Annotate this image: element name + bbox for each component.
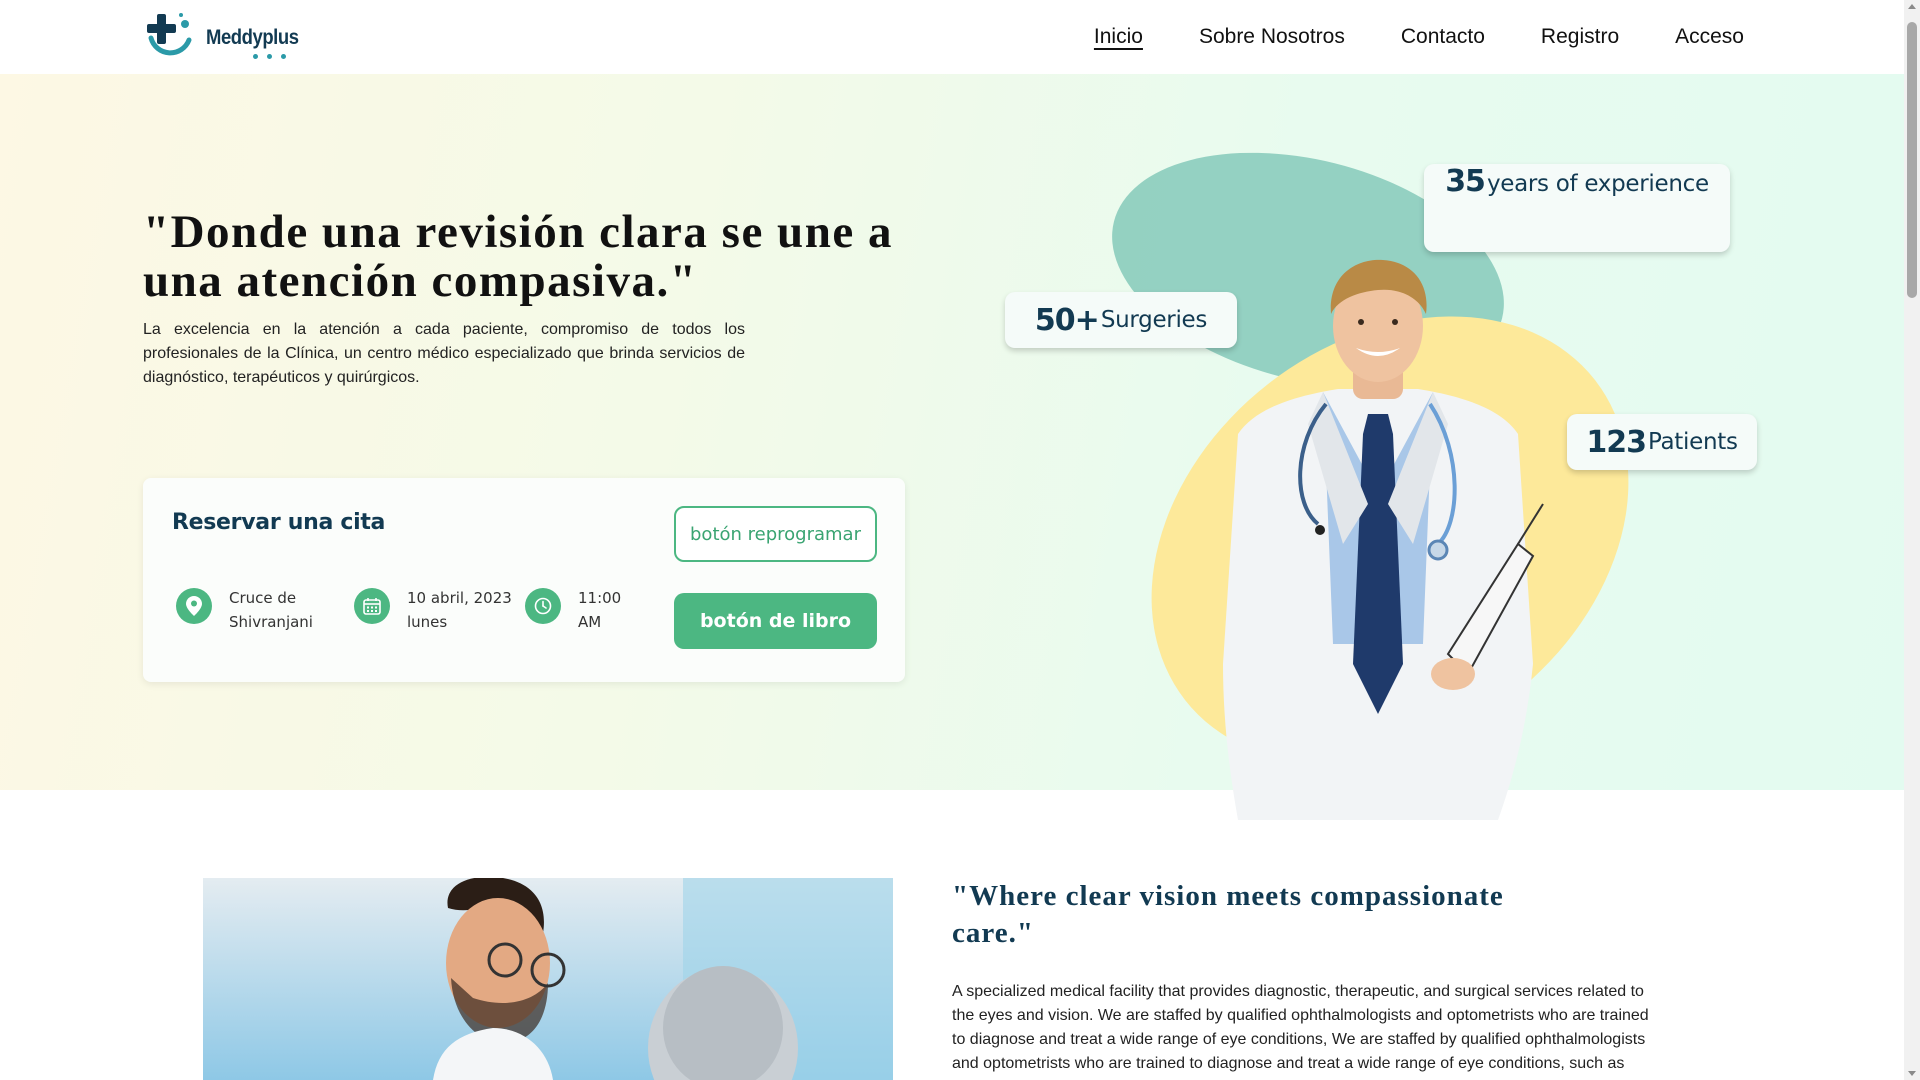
booking-card: Reservar una cita Cruce de Shivranjani 1… (143, 478, 905, 682)
stat-experience-label: years of experience (1486, 171, 1709, 197)
stat-experience: 35 years of experience (1424, 164, 1730, 252)
time-line-1: 11:00 (578, 589, 622, 607)
nav-item-inicio[interactable]: Inicio (1091, 22, 1143, 52)
booking-time: 11:00 AM (525, 586, 621, 634)
stat-patients-label: Patients (1647, 429, 1738, 455)
scroll-down-arrow-icon[interactable] (1908, 1071, 1916, 1076)
reschedule-button[interactable]: botón reprogramar (674, 506, 877, 562)
stat-surgeries-number: 50+ (1034, 302, 1100, 338)
stat-experience-number: 35 (1445, 164, 1486, 199)
location-text: Cruce de Shivranjani (229, 586, 313, 634)
date-text: 10 abril, 2023 lunes (407, 586, 512, 634)
date-line-1: 10 abril, 2023 (407, 589, 512, 607)
book-button[interactable]: botón de libro (674, 593, 877, 649)
doctor-patient-photo (203, 878, 893, 1080)
location-line-2: Shivranjani (229, 613, 313, 631)
hero-description: La excelencia en la atención a cada paci… (143, 321, 745, 386)
scroll-thumb[interactable] (1907, 22, 1917, 298)
stat-patients: 123 Patients (1567, 414, 1757, 470)
nav-item-contacto[interactable]: Contacto (1401, 22, 1485, 52)
time-line-2: AM (578, 613, 602, 631)
booking-location: Cruce de Shivranjani (176, 586, 313, 634)
nav-item-acceso[interactable]: Acceso (1675, 22, 1744, 52)
date-line-2: lunes (407, 613, 448, 631)
medical-cross-logo-icon (147, 13, 192, 56)
scroll-up-arrow-icon[interactable] (1908, 4, 1916, 9)
site-header: Meddyplus Inicio Sobre Nosotros Contacto… (0, 0, 1904, 74)
doctor-illustration (1223, 259, 1544, 820)
main-nav: Inicio Sobre Nosotros Contacto Registro … (1091, 22, 1744, 52)
clock-icon (525, 588, 561, 624)
about-description: A specialized medical facility that prov… (952, 983, 1649, 1072)
brand-dots (253, 54, 286, 59)
page-scrollbar[interactable] (1904, 0, 1920, 1080)
calendar-icon (354, 588, 390, 624)
booking-title: Reservar una cita (172, 510, 386, 535)
hero-section: "Donde una revisión clara se une a una a… (0, 74, 1904, 857)
stat-patients-number: 123 (1586, 424, 1647, 460)
stat-surgeries-label: Surgeries (1100, 307, 1208, 333)
location-line-1: Cruce de (229, 589, 297, 607)
booking-date: 10 abril, 2023 lunes (354, 586, 512, 634)
hero-title: "Donde una revisión clara se une a una a… (143, 206, 893, 307)
about-title: "Where clear vision meets compassionate … (952, 880, 1504, 949)
stat-surgeries: 50+ Surgeries (1005, 292, 1237, 348)
nav-item-registro[interactable]: Registro (1541, 22, 1619, 52)
brand-name: Meddyplus (206, 26, 299, 49)
nav-item-sobre-nosotros[interactable]: Sobre Nosotros (1199, 22, 1345, 52)
nav-item-label: Inicio (1093, 25, 1143, 48)
brand-logo[interactable]: Meddyplus (143, 10, 303, 62)
location-pin-icon (176, 588, 212, 624)
time-text: 11:00 AM (578, 586, 621, 634)
